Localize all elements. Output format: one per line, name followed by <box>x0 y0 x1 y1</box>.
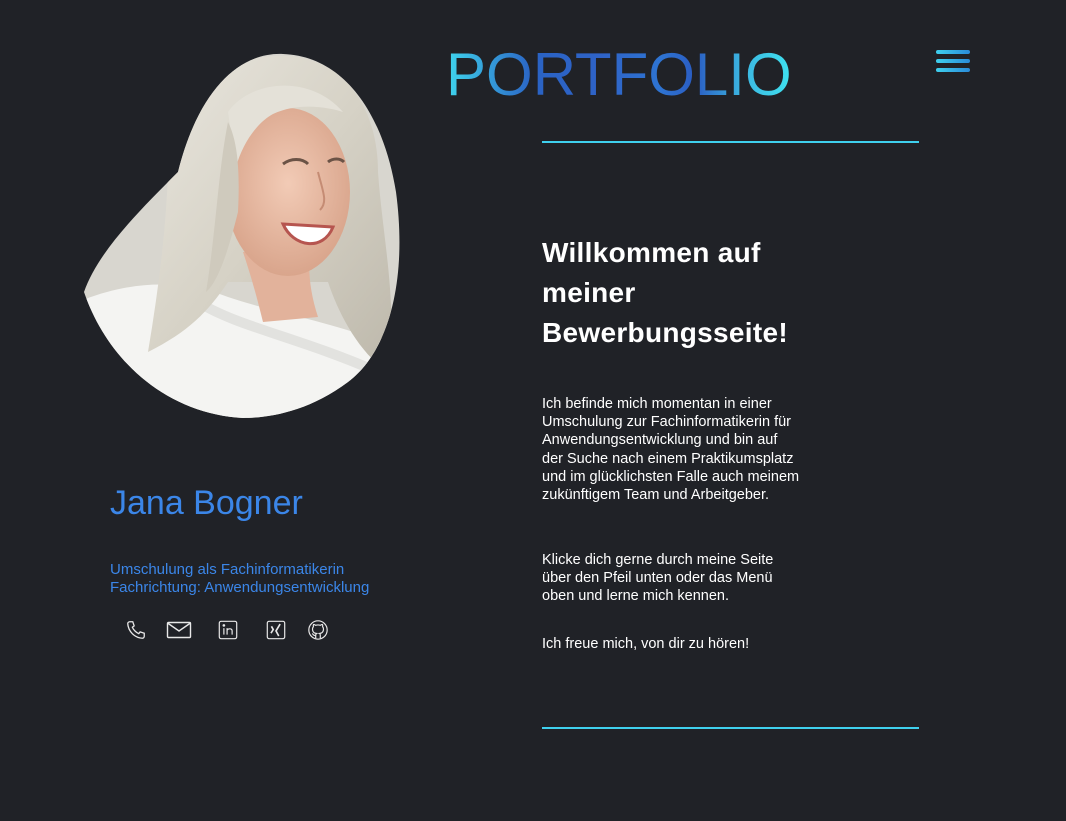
profile-photo <box>84 53 400 418</box>
welcome-line: Willkommen auf <box>542 237 761 268</box>
page: PORTFOLIO Jana Bogner Umschulung als Fac… <box>0 0 1066 821</box>
menu-bar <box>936 59 970 63</box>
profile-name: Jana Bogner <box>110 484 303 522</box>
navigation-paragraph: Klicke dich gerne durch meine Seite über… <box>542 552 774 605</box>
menu-bar <box>936 50 970 54</box>
hamburger-menu-icon[interactable] <box>936 50 972 76</box>
divider-top <box>542 141 919 143</box>
xing-icon[interactable] <box>264 618 288 642</box>
subtitle-line: Fachrichtung: Anwendungsentwicklung <box>110 579 370 596</box>
welcome-line: Bewerbungsseite! <box>542 317 788 348</box>
closing-paragraph: Ich freue mich, von dir zu hören! <box>542 636 750 652</box>
profile-subtitle: Umschulung als Fachinformatikerin Fachri… <box>110 561 369 597</box>
menu-bar <box>936 68 970 72</box>
mail-icon[interactable] <box>166 618 192 642</box>
linkedin-icon[interactable] <box>216 618 240 642</box>
subtitle-line: Umschulung als Fachinformatikerin <box>110 561 345 578</box>
github-icon[interactable] <box>306 618 330 642</box>
welcome-line: meiner <box>542 277 636 308</box>
social-links <box>124 618 330 642</box>
intro-paragraph: Ich befinde mich momentan in einer Umsch… <box>542 396 800 504</box>
phone-icon[interactable] <box>124 618 148 642</box>
divider-bottom <box>542 727 919 729</box>
welcome-heading: Willkommen auf meiner Bewerbungsseite! <box>542 233 842 353</box>
page-title: PORTFOLIO <box>446 41 792 108</box>
